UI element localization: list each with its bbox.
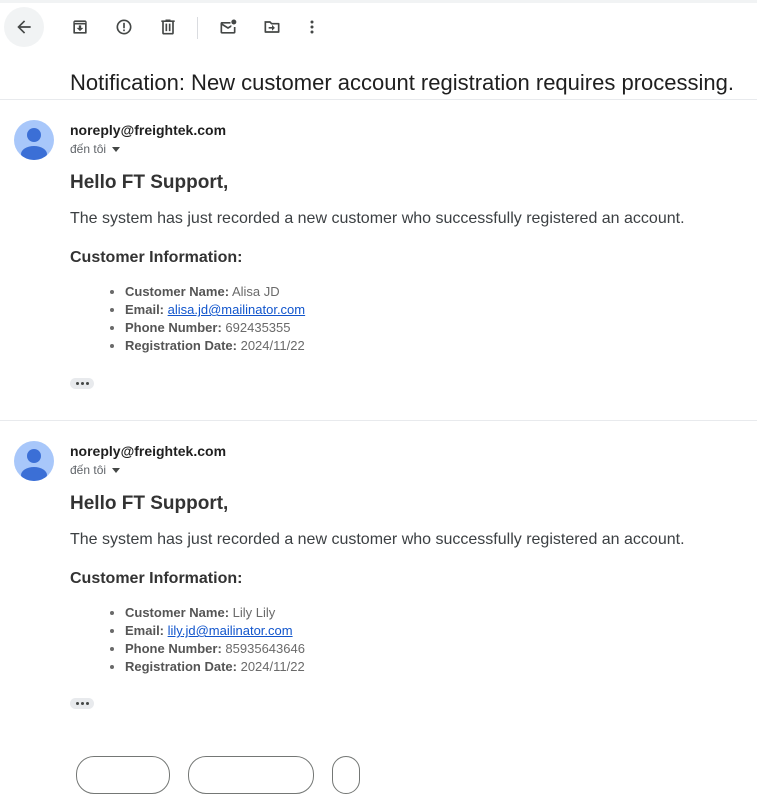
intro-text: The system has just recorded a new custo… xyxy=(70,210,685,227)
move-to-button[interactable] xyxy=(252,7,292,47)
forward-button[interactable] xyxy=(188,756,314,794)
mark-unread-button[interactable] xyxy=(208,7,248,47)
avatar[interactable] xyxy=(14,441,54,481)
recipient-toggle[interactable]: đến tôi xyxy=(70,463,121,477)
email-label: Email: xyxy=(125,302,165,317)
greeting: Hello FT Support, xyxy=(70,493,229,514)
customer-email-link[interactable]: lily.jd@mailinator.com xyxy=(168,623,293,638)
reply-button[interactable] xyxy=(76,756,170,794)
customer-phone: 692435355 xyxy=(225,320,291,335)
customer-name: Lily Lily xyxy=(232,605,276,620)
toolbar xyxy=(0,5,757,49)
name-label: Customer Name: xyxy=(125,284,230,299)
registration-date: 2024/11/22 xyxy=(240,338,305,353)
recipient-label: đến tôi xyxy=(70,142,107,156)
more-vert-icon xyxy=(310,20,314,34)
list-item: Phone Number: 85935643646 xyxy=(125,640,305,658)
report-spam-icon xyxy=(116,19,132,35)
email-message: noreply@freightek.com đến tôi Hello FT S… xyxy=(0,421,757,741)
email-message: noreply@freightek.com đến tôi Hello FT S… xyxy=(0,100,757,420)
name-label: Customer Name: xyxy=(125,605,230,620)
back-button[interactable] xyxy=(4,7,44,47)
reply-actions-bar xyxy=(0,756,757,794)
list-item: Phone Number: 692435355 xyxy=(125,319,305,337)
list-item: Registration Date: 2024/11/22 xyxy=(125,337,305,355)
sender-email[interactable]: noreply@freightek.com xyxy=(70,443,226,459)
recipient-label: đến tôi xyxy=(70,463,107,477)
show-trimmed-content-button[interactable] xyxy=(70,698,94,709)
greeting: Hello FT Support, xyxy=(70,172,229,193)
customer-phone: 85935643646 xyxy=(225,641,305,656)
intro-text: The system has just recorded a new custo… xyxy=(70,531,685,548)
more-options-button[interactable] xyxy=(292,7,332,47)
date-label: Registration Date: xyxy=(125,659,237,674)
avatar[interactable] xyxy=(14,120,54,160)
report-spam-button[interactable] xyxy=(104,7,144,47)
info-heading: Customer Information: xyxy=(70,570,243,587)
customer-name: Alisa JD xyxy=(231,284,280,299)
customer-email-link[interactable]: alisa.jd@mailinator.com xyxy=(168,302,305,317)
list-item: Email: alisa.jd@mailinator.com xyxy=(125,301,305,319)
info-heading: Customer Information: xyxy=(70,249,243,266)
show-trimmed-content-button[interactable] xyxy=(70,378,94,389)
list-item: Registration Date: 2024/11/22 xyxy=(125,658,305,676)
person-icon xyxy=(21,128,47,160)
delete-icon xyxy=(161,19,175,35)
move-to-icon xyxy=(264,21,280,33)
list-item: Email: lily.jd@mailinator.com xyxy=(125,622,305,640)
back-arrow-icon xyxy=(17,20,31,34)
caret-down-icon xyxy=(112,146,121,152)
email-label: Email: xyxy=(125,623,165,638)
top-border xyxy=(0,0,757,3)
recipient-toggle[interactable]: đến tôi xyxy=(70,142,121,156)
list-item: Customer Name: Lily Lily xyxy=(125,604,305,622)
person-icon xyxy=(21,449,47,481)
customer-info-list: Customer Name: Alisa JD Email: alisa.jd@… xyxy=(70,283,305,355)
archive-button[interactable] xyxy=(60,7,100,47)
emoji-reaction-button[interactable] xyxy=(332,756,360,794)
phone-label: Phone Number: xyxy=(125,320,222,335)
registration-date: 2024/11/22 xyxy=(240,659,305,674)
sender-email[interactable]: noreply@freightek.com xyxy=(70,122,226,138)
date-label: Registration Date: xyxy=(125,338,237,353)
archive-icon xyxy=(73,20,87,34)
caret-down-icon xyxy=(112,467,121,473)
delete-button[interactable] xyxy=(148,7,188,47)
mark-unread-icon xyxy=(220,19,237,34)
toolbar-separator xyxy=(197,17,198,39)
phone-label: Phone Number: xyxy=(125,641,222,656)
list-item: Customer Name: Alisa JD xyxy=(125,283,305,301)
email-subject: Notification: New customer account regis… xyxy=(70,70,734,95)
customer-info-list: Customer Name: Lily Lily Email: lily.jd@… xyxy=(70,604,305,676)
